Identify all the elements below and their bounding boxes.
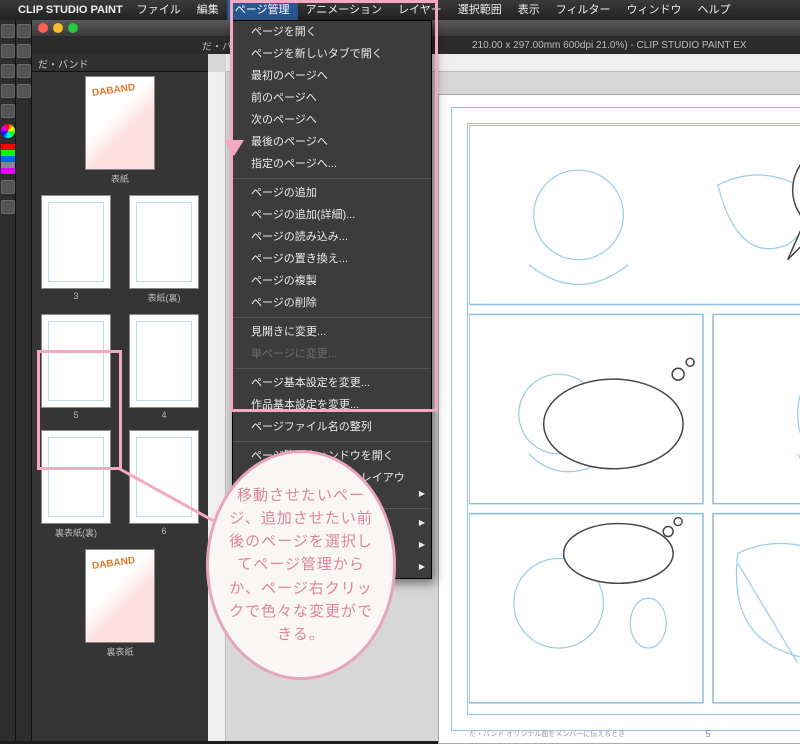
menu-layer[interactable]: レイヤー [390,0,450,20]
annotation-bubble: 移動させたいページ、追加させたい前後のページを選択してページ管理からか、ページ右… [206,450,396,680]
page-thumbnail[interactable]: 裏表紙(裏) [36,430,116,539]
menu-item[interactable]: ページの読み込み... [233,226,431,248]
menu-filter[interactable]: フィルター [548,0,619,20]
app-title: CLIP STUDIO PAINT [18,4,123,16]
menu-view[interactable]: 表示 [510,0,548,20]
page-manager-tab-label: だ・バンド [38,60,89,71]
thumb-label: 裏表紙(裏) [55,526,97,539]
thumb-label: 4 [161,410,166,420]
tool-loupe-icon[interactable] [1,24,15,38]
menu-item[interactable]: 指定のページへ... [233,153,431,175]
menu-item[interactable]: 単ページに変更... [233,343,431,365]
thumb-label: 表紙 [111,172,129,185]
tool-text-icon[interactable] [17,84,31,98]
menu-item[interactable]: ページの複製 [233,270,431,292]
thumb-label: 3 [73,291,78,301]
menu-item[interactable]: 次のページへ [233,109,431,131]
menu-item[interactable]: ページを新しいタブで開く [233,43,431,65]
menu-item[interactable]: ページの追加 [233,182,431,204]
mac-menubar: CLIP STUDIO PAINT ファイル 編集 ページ管理 アニメーション … [0,0,800,20]
menu-item[interactable]: 見開きに変更... [233,321,431,343]
ruler-vertical[interactable] [208,72,226,741]
page-manager-tab[interactable]: だ・バンド [32,54,208,72]
tool-subview-icon[interactable] [17,24,31,38]
menu-item[interactable]: ページの置き換え... [233,248,431,270]
menu-help[interactable]: ヘルプ [690,0,739,20]
menu-file[interactable]: ファイル [129,0,189,20]
page-thumbnail[interactable]: 4 [124,314,204,420]
page-thumbnail[interactable]: 3 [36,195,116,304]
tool-hand-icon[interactable] [17,44,31,58]
tool-nav-icon[interactable] [1,200,15,214]
page-manager-panel: 表紙 3 表紙(裏) 5 4 裏表紙(裏) 6 裏表紙 [32,72,208,741]
thumb-label: 裏表紙 [106,645,133,658]
menu-item[interactable]: ページの追加(詳細)... [233,204,431,226]
menu-edit[interactable]: 編集 [189,0,227,20]
minimize-icon[interactable] [53,23,63,33]
tool-move-icon[interactable] [1,44,15,58]
tool-pen-icon[interactable] [1,64,15,78]
tool-brush-icon[interactable] [1,84,15,98]
toolbar-left-1 [0,20,16,741]
page-thumbnail[interactable]: 6 [124,430,204,539]
annotation-text: 移動させたいページ、追加させたい前後のページを選択してページ管理からか、ページ右… [229,484,373,647]
menu-page-manage[interactable]: ページ管理 [227,0,298,20]
menu-window[interactable]: ウィンドウ [619,0,690,20]
menu-animation[interactable]: アニメーション [298,0,391,20]
page-thumbnail[interactable]: 裏表紙 [85,549,155,658]
canvas-page[interactable]: ゴンゴン 5 だ・バンド オリジナル曲をメンバーに伝えるとき REACH ×× [438,94,800,744]
menu-item[interactable]: 最初のページへ [233,65,431,87]
annotation-arrow-down [224,140,244,156]
close-icon[interactable] [38,23,48,33]
menu-item[interactable]: ページを開く [233,21,431,43]
menu-item[interactable]: 前のページへ [233,87,431,109]
page-thumbnail[interactable]: 5 [36,314,116,420]
menu-selection[interactable]: 選択範囲 [450,0,510,20]
page-thumbnail[interactable]: 表紙(裏) [124,195,204,304]
menu-item[interactable]: 最後のページへ [233,131,431,153]
menu-item[interactable]: 作品基本設定を変更... [233,394,431,416]
menu-item[interactable]: ページの削除 [233,292,431,314]
tool-eraser-icon[interactable] [1,104,15,118]
thumb-label: 表紙(裏) [148,291,181,304]
thumb-label: 5 [73,410,78,420]
menu-item[interactable]: ページファイル名の整列 [233,416,431,438]
doc-title-text: 210.00 x 297.00mm 600dpi 21.0%) - CLIP S… [472,40,747,51]
menu-item[interactable]: ページ基本設定を変更... [233,372,431,394]
canvas-footer: だ・バンド オリジナル曲をメンバーに伝えるとき [469,729,625,739]
page-thumbnail[interactable]: 表紙 [85,76,155,185]
tool-select-icon[interactable] [17,64,31,78]
color-wheel-icon[interactable] [1,124,15,138]
color-swatches-icon[interactable] [1,144,15,174]
page-sketch: ゴンゴン [469,125,800,713]
thumb-label: 6 [161,526,166,536]
tool-grid-icon[interactable] [1,180,15,194]
toolbar-left-2 [16,20,32,741]
zoom-icon[interactable] [68,23,78,33]
doc-tab-prefix: だ・バ [202,38,232,53]
